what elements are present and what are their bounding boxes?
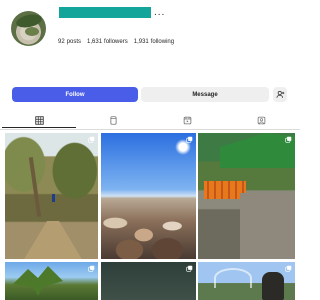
person-figure: [262, 272, 284, 300]
posts-stat: 92 posts: [58, 39, 81, 45]
tree-trunk: [28, 157, 42, 217]
post-thumbnail[interactable]: [5, 262, 98, 300]
multi-photo-icon: [186, 265, 193, 272]
soil-bed: [240, 193, 295, 259]
followers-stat[interactable]: 1,631 followers: [87, 39, 128, 45]
pebbles: [101, 199, 196, 259]
avatar-plant-detail: [25, 27, 39, 36]
reels-icon: [109, 115, 117, 125]
tab-posts[interactable]: [2, 113, 76, 128]
hiker-figure: [52, 194, 55, 202]
harvester-machine: [220, 133, 295, 168]
more-options-button[interactable]: ...: [154, 7, 165, 18]
post-thumbnail[interactable]: [101, 262, 196, 300]
multi-photo-icon: [285, 136, 292, 143]
posts-count: 92: [58, 39, 65, 45]
following-stat[interactable]: 1,931 following: [134, 39, 174, 45]
followers-label: followers: [104, 39, 128, 45]
tab-tagged[interactable]: [224, 113, 298, 127]
followers-count: 1,631: [87, 39, 103, 45]
suggest-people-button[interactable]: [273, 87, 287, 102]
multi-photo-icon: [285, 265, 292, 272]
post-thumbnail[interactable]: [5, 133, 98, 259]
message-button[interactable]: Message: [141, 87, 269, 102]
add-person-icon: [276, 90, 284, 98]
post-thumbnail[interactable]: [101, 133, 196, 259]
guides-icon: [183, 116, 191, 124]
grid-icon: [34, 115, 44, 125]
profile-stats: 92 posts 1,631 followers 1,931 following: [58, 39, 174, 45]
multi-photo-icon: [88, 136, 95, 143]
following-label: following: [150, 39, 175, 45]
posts-label: posts: [66, 39, 82, 45]
rainbow-arc: [214, 268, 252, 288]
profile-tabs: [0, 111, 300, 130]
following-count: 1,931: [133, 39, 149, 45]
tagged-icon: [257, 116, 265, 124]
tab-guides[interactable]: [150, 113, 224, 127]
follow-button[interactable]: Follow: [12, 87, 138, 102]
post-thumbnail[interactable]: [198, 133, 295, 259]
tab-reels[interactable]: [76, 113, 150, 127]
multi-photo-icon: [88, 265, 95, 272]
profile-avatar[interactable]: [11, 11, 46, 46]
post-thumbnail[interactable]: [198, 262, 295, 300]
multi-photo-icon: [186, 136, 193, 143]
dirt-path: [23, 221, 83, 259]
palm-fronds: [13, 266, 63, 296]
username-redacted-bar: [59, 7, 151, 18]
